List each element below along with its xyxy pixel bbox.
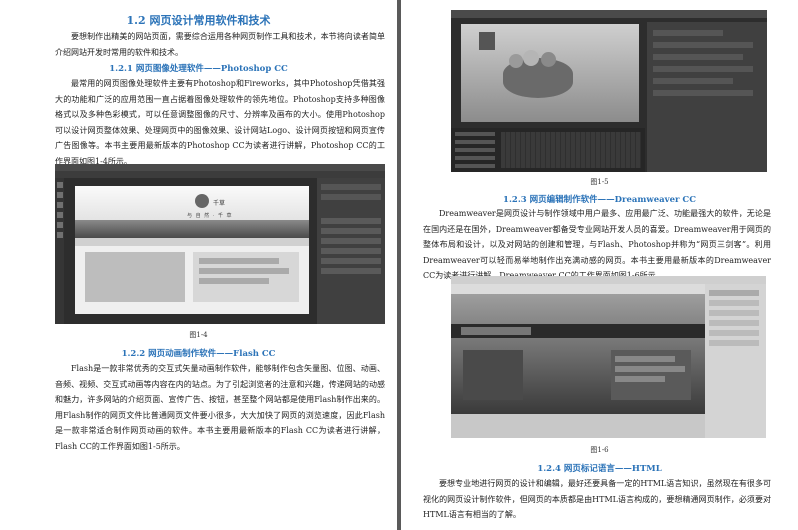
site-content-left bbox=[85, 252, 185, 302]
site-title-block bbox=[461, 327, 531, 335]
site-banner: 千草 与 自 然 · 千 草 bbox=[75, 186, 309, 238]
subsection-title-photoshop: 1.2.1 网页图像处理软件——Photoshop CC bbox=[109, 64, 288, 74]
figure-caption-1-5: 图1-5 bbox=[590, 178, 609, 186]
site-slogan: 与 自 然 · 千 草 bbox=[187, 213, 233, 219]
canvas-document: 千草 与 自 然 · 千 草 bbox=[75, 186, 309, 314]
pineapple bbox=[479, 32, 495, 50]
options-bar bbox=[55, 171, 385, 178]
banner-water bbox=[75, 220, 309, 238]
dreamweaver-paragraph: Dreamweaver是网页设计与制作领域中用户最多、应用最广泛、功能最强大的软… bbox=[423, 209, 771, 280]
dreamweaver-screenshot bbox=[451, 276, 766, 438]
fruit-2 bbox=[523, 50, 539, 66]
photoshop-screenshot: 千草 与 自 然 · 千 草 bbox=[55, 164, 385, 324]
html-paragraph: 要想专业地进行网页的设计和编辑，最好还要具备一定的HTML语言知识，虽然现在有很… bbox=[423, 479, 771, 519]
flash-paragraph: Flash是一款非常优秀的交互式矢量动画制作软件，能够制作包含矢量图、位图、动画… bbox=[55, 364, 385, 451]
figure-caption-1-6: 图1-6 bbox=[590, 446, 609, 454]
site-info-box bbox=[611, 350, 691, 400]
menu-bar bbox=[451, 276, 766, 284]
subsection-title-dreamweaver: 1.2.3 网页编辑制作软件——Dreamweaver CC bbox=[503, 195, 696, 205]
menu-bar bbox=[55, 164, 385, 171]
left-page: 1.2 网页设计常用软件和技术 要想制作出精美的网站页面，需要综合运用各种网页制… bbox=[0, 0, 397, 530]
site-logo-text: 千草 bbox=[213, 200, 226, 207]
layers-panel bbox=[317, 178, 385, 324]
timeline-panel bbox=[451, 128, 645, 172]
section-title: 1.2 网页设计常用软件和技术 bbox=[126, 14, 271, 27]
subsection-title-flash: 1.2.2 网页动画制作软件——Flash CC bbox=[121, 349, 276, 359]
site-nav bbox=[75, 238, 309, 246]
site-content-right bbox=[193, 252, 299, 302]
flash-stage bbox=[461, 24, 639, 122]
site-logo-icon bbox=[195, 194, 209, 208]
design-view bbox=[451, 294, 705, 414]
timeline-frames bbox=[501, 132, 641, 168]
right-page: 图1-5 1.2.3 网页编辑制作软件——Dreamweaver CC Drea… bbox=[401, 0, 798, 530]
document-toolbar bbox=[451, 284, 705, 294]
fruit-1 bbox=[509, 54, 523, 68]
photoshop-paragraph: 最常用的网页图像处理软件主要有Photoshop和Fireworks，其中Pho… bbox=[55, 79, 385, 166]
figure-caption-1-4: 图1-4 bbox=[189, 331, 208, 339]
subsection-title-html: 1.2.4 网页标记语言——HTML bbox=[537, 464, 662, 474]
properties-inspector bbox=[451, 414, 705, 438]
menu-bar bbox=[451, 10, 767, 18]
site-image-box bbox=[463, 350, 523, 400]
intro-paragraph: 要想制作出精美的网站页面，需要综合运用各种网页制作工具和技术，本节将向读者简单介… bbox=[55, 32, 385, 57]
tools-panel bbox=[55, 178, 64, 324]
flash-screenshot bbox=[451, 10, 767, 172]
files-panel bbox=[705, 284, 766, 438]
properties-panel bbox=[647, 22, 767, 172]
fruit-3 bbox=[541, 52, 556, 67]
